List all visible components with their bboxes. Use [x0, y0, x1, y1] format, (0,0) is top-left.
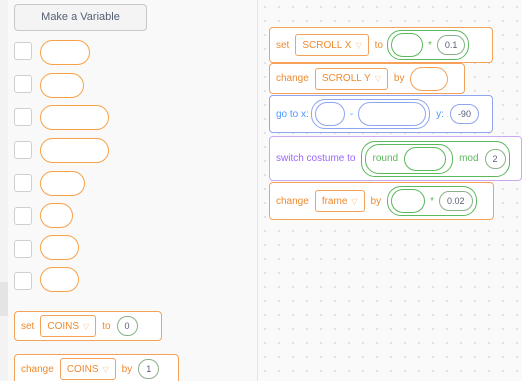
operator-sign: * [430, 195, 434, 207]
variable-dropdown-label: SCROLL Y [321, 73, 371, 84]
block-keyword-set: set [21, 320, 35, 332]
variable-reporter[interactable] [40, 105, 109, 130]
variable-dropdown[interactable]: SCROLL X ▽ [295, 34, 369, 56]
script-workspace[interactable]: set SCROLL X ▽ to * 0.1 change SCROLL Y … [258, 0, 522, 381]
set-variable-block[interactable]: set COINS ▽ to 0 [14, 311, 162, 341]
multiply-operator[interactable]: * 0.02 [387, 186, 477, 216]
palette-scrollbar-thumb[interactable] [0, 282, 8, 316]
block-palette: Make a Variable set COINS ▽ to 0 change … [0, 0, 258, 381]
dropdown-caret-icon: ▽ [351, 196, 358, 206]
block-keyword-to: to [102, 320, 111, 332]
block-keyword-change: change [276, 195, 309, 207]
value-slot[interactable] [410, 66, 449, 91]
variable-reporter[interactable] [40, 73, 84, 98]
change-scroll-y-block[interactable]: change SCROLL Y ▽ by [269, 63, 465, 94]
make-variable-button[interactable]: Make a Variable [14, 4, 147, 31]
operand-slot[interactable] [314, 102, 345, 126]
block-keyword-by: by [393, 73, 405, 84]
block-keyword-by: by [370, 195, 382, 207]
variable-checkbox[interactable] [14, 42, 32, 60]
go-to-xy-block[interactable]: go to x: - y: -90 [269, 95, 493, 133]
operator-sign: - [349, 108, 354, 120]
block-keyword-to: to [374, 39, 383, 51]
operand-slot[interactable] [358, 102, 427, 126]
operator-sign: * [427, 39, 432, 51]
variable-checkbox[interactable] [14, 75, 32, 93]
variable-reporter[interactable] [40, 138, 109, 163]
dropdown-caret-icon: ▽ [355, 40, 362, 50]
block-keyword-switch-costume: switch costume to [276, 153, 356, 164]
variable-dropdown-label: COINS [47, 320, 80, 332]
palette-scrollbar[interactable] [0, 0, 8, 381]
variable-dropdown[interactable]: frame ▽ [314, 190, 365, 212]
block-keyword-change: change [21, 363, 54, 375]
variable-reporter[interactable] [40, 171, 85, 196]
dropdown-caret-icon: ▽ [102, 364, 109, 374]
variable-checkbox[interactable] [14, 272, 32, 290]
variable-checkbox[interactable] [14, 174, 32, 192]
variable-checkbox[interactable] [14, 141, 32, 159]
multiply-operator[interactable]: * 0.1 [386, 30, 470, 60]
value-input[interactable]: 1 [138, 359, 160, 379]
change-frame-block[interactable]: change frame ▽ by * 0.02 [269, 182, 494, 220]
change-variable-block[interactable]: change COINS ▽ by 1 [14, 354, 179, 381]
variable-reporter[interactable] [40, 267, 79, 292]
block-keyword-by: by [121, 363, 133, 375]
block-keyword-change: change [276, 73, 309, 84]
value-input[interactable]: 0.02 [439, 191, 473, 211]
y-value-input[interactable]: -90 [449, 104, 479, 124]
operand-slot[interactable] [404, 146, 447, 171]
variable-reporter[interactable] [40, 40, 90, 65]
mod-operator[interactable]: round mod 2 [361, 140, 510, 177]
dropdown-caret-icon: ▽ [374, 74, 381, 83]
variable-checkbox[interactable] [14, 240, 32, 258]
round-operator[interactable]: round [365, 143, 454, 174]
set-scroll-x-block[interactable]: set SCROLL X ▽ to * 0.1 [269, 27, 493, 63]
variable-checkbox[interactable] [14, 207, 32, 225]
value-input[interactable]: 0.1 [436, 35, 466, 55]
operand-slot[interactable] [390, 33, 423, 57]
variable-dropdown-label: SCROLL X [302, 39, 352, 51]
value-input[interactable]: 2 [484, 148, 506, 169]
block-keyword-y: y: [436, 108, 444, 120]
block-keyword-go-to-x: go to x: [276, 108, 309, 120]
variable-reporter[interactable] [40, 203, 73, 228]
operand-slot[interactable] [391, 189, 426, 213]
variable-checkbox[interactable] [14, 108, 32, 126]
variable-dropdown[interactable]: COINS ▽ [59, 358, 116, 380]
variable-dropdown-label: COINS [66, 363, 99, 375]
value-input[interactable]: 0 [116, 316, 138, 336]
dropdown-caret-icon: ▽ [83, 321, 90, 331]
switch-costume-block[interactable]: switch costume to round mod 2 [269, 136, 522, 181]
variable-dropdown[interactable]: COINS ▽ [40, 315, 97, 337]
round-label: round [372, 153, 399, 164]
variable-reporter[interactable] [40, 235, 79, 260]
mod-label: mod [459, 153, 479, 164]
variable-dropdown[interactable]: SCROLL Y ▽ [314, 67, 388, 90]
variable-dropdown-label: frame [321, 195, 348, 207]
block-keyword-set: set [276, 39, 290, 51]
subtract-operator[interactable]: - [310, 99, 431, 129]
